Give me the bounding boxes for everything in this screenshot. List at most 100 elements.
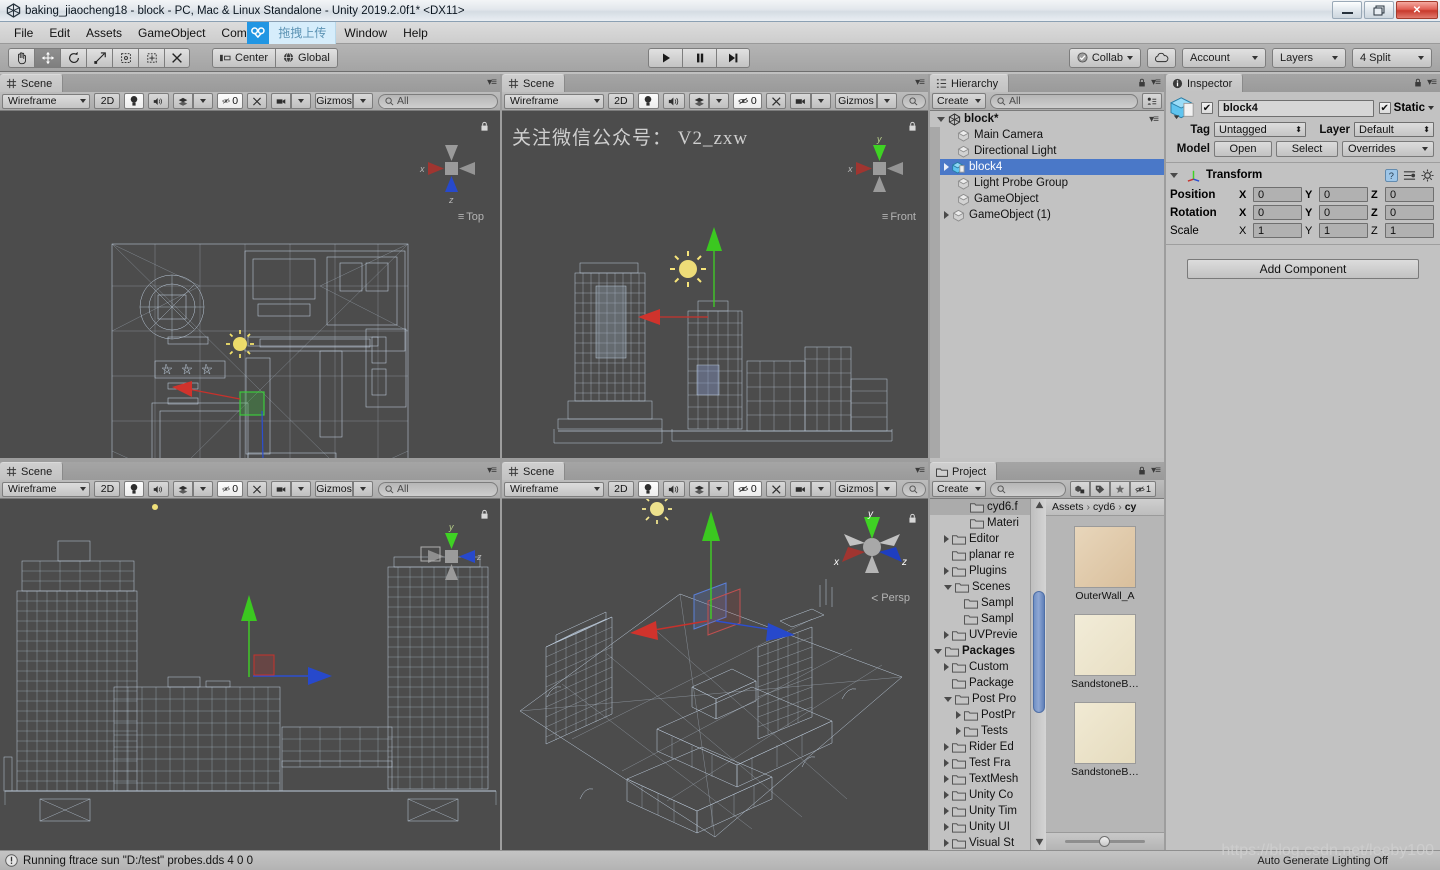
gizmos-toggle-4[interactable]: Gizmos (835, 481, 877, 497)
cloud-button[interactable] (1147, 48, 1176, 68)
account-button[interactable]: Account (1182, 48, 1266, 68)
toggle-2d-1[interactable]: 2D (94, 93, 120, 109)
chevron-down-icon[interactable] (944, 585, 952, 590)
scene-view-label-4[interactable]: <Persp (871, 591, 910, 605)
project-filter-type-button[interactable] (1070, 481, 1090, 497)
model-overrides-button[interactable]: Overrides (1342, 141, 1434, 157)
project-filter-label-button[interactable] (1090, 481, 1110, 497)
asset-thumbnail[interactable] (1074, 526, 1136, 588)
draw-mode-dropdown-4[interactable]: Wireframe (504, 482, 604, 497)
rotate-tool-button[interactable] (60, 48, 86, 68)
scene-orientation-gizmo-1[interactable]: x z (416, 133, 488, 205)
panel-menu-icon[interactable]: ▾≡ (1151, 465, 1160, 476)
menu-edit[interactable]: Edit (41, 24, 78, 42)
menu-gameobject[interactable]: GameObject (130, 24, 213, 42)
splitter-vertical-2[interactable] (928, 74, 930, 850)
layout-button[interactable]: 4 Split (1352, 48, 1432, 68)
project-tree-scrollbar[interactable] (1030, 499, 1046, 850)
step-button[interactable] (716, 48, 750, 68)
splitter-vertical-1[interactable] (500, 74, 502, 850)
chevron-right-icon[interactable] (944, 807, 949, 815)
panel-menu-icon[interactable]: ▾≡ (1427, 77, 1436, 88)
play-button[interactable] (648, 48, 682, 68)
add-component-button[interactable]: Add Component (1187, 259, 1419, 279)
scene-view-label-2[interactable]: ≡Front (882, 211, 916, 223)
project-asset-browser[interactable]: Assets › cyd6 › cy OuterWall_A Sandstone… (1046, 499, 1164, 850)
scene-search-2[interactable] (902, 94, 926, 109)
effects-toggle-1[interactable] (173, 93, 193, 109)
scale-y-field[interactable]: 1 (1319, 223, 1368, 238)
asset-item[interactable]: SandstoneB… (1071, 614, 1139, 690)
lighting-toggle-2[interactable] (638, 93, 659, 109)
handle-mode-button[interactable]: Global (275, 48, 338, 68)
scene-viewport-front[interactable]: 关注微信公众号： V2_zxw (502, 111, 928, 458)
scene-orientation-gizmo-3[interactable]: z y (416, 521, 488, 593)
pause-button[interactable] (682, 48, 716, 68)
chevron-right-icon[interactable] (944, 567, 949, 575)
audio-toggle-3[interactable] (148, 481, 169, 497)
chevron-right-icon[interactable] (944, 663, 949, 671)
chevron-right-icon[interactable] (956, 727, 961, 735)
toggle-2d-3[interactable]: 2D (94, 481, 120, 497)
lighting-toggle-1[interactable] (124, 93, 144, 109)
effects-dropdown-1[interactable] (193, 93, 213, 109)
scene-search-3[interactable]: All (378, 482, 498, 497)
transform-header[interactable]: Transform ? (1170, 166, 1434, 184)
draw-mode-dropdown-2[interactable]: Wireframe (504, 94, 604, 109)
camera-toggle-3[interactable] (271, 481, 291, 497)
panel-menu-icon[interactable]: ▾≡ (487, 77, 496, 88)
gizmos-dropdown-2[interactable] (877, 93, 897, 109)
scene-tools-toggle-3[interactable] (247, 481, 267, 497)
hidden-objects-toggle-3[interactable]: 0 (217, 481, 243, 497)
tab-hierarchy[interactable]: Hierarchy (930, 74, 1009, 92)
scene-search-4[interactable] (902, 482, 926, 497)
asset-item[interactable]: SandstoneB… (1071, 702, 1139, 778)
hidden-objects-toggle-1[interactable]: 0 (217, 93, 243, 109)
hierarchy-scene-root[interactable]: block* ▾≡ (930, 111, 1164, 127)
menu-component[interactable]: Component (213, 24, 249, 42)
camera-toggle-4[interactable] (790, 481, 811, 497)
scene-tools-toggle-1[interactable] (247, 93, 267, 109)
scene-tab-tools-2[interactable]: ▾≡ (915, 77, 924, 88)
effects-toggle-2[interactable] (689, 93, 710, 109)
position-y-field[interactable]: 0 (1319, 187, 1368, 202)
chevron-down-icon[interactable] (934, 649, 942, 654)
tab-scene-2[interactable]: Scene (502, 74, 565, 92)
chevron-right-icon[interactable] (944, 839, 949, 847)
chevron-right-icon[interactable] (944, 743, 949, 751)
object-enabled-checkbox[interactable]: ✔ (1201, 102, 1213, 114)
project-search-input[interactable] (990, 482, 1066, 497)
panel-menu-icon[interactable]: ▾≡ (915, 77, 924, 88)
tab-inspector[interactable]: Inspector (1166, 74, 1243, 92)
tag-dropdown[interactable]: Untagged⬍ (1214, 122, 1306, 137)
pivot-mode-button[interactable]: Center (212, 48, 275, 68)
close-button[interactable]: ✕ (1396, 1, 1438, 19)
scroll-up-icon[interactable] (1033, 499, 1045, 511)
asset-item[interactable]: OuterWall_A (1074, 526, 1136, 602)
transform-tool-button[interactable] (138, 48, 164, 68)
zoom-slider-thumb[interactable] (1099, 836, 1110, 847)
static-checkbox[interactable]: ✔ (1379, 102, 1391, 114)
project-tree-scroll-thumb[interactable] (1033, 591, 1045, 713)
scale-tool-button[interactable] (86, 48, 112, 68)
chevron-right-icon[interactable] (944, 791, 949, 799)
audio-toggle-1[interactable] (148, 93, 169, 109)
project-favorite-button[interactable] (1110, 481, 1130, 497)
hierarchy-search-input[interactable]: All (990, 94, 1138, 109)
chevron-down-icon[interactable] (1170, 173, 1178, 178)
chevron-down-icon[interactable] (1428, 106, 1434, 110)
hierarchy-create-button[interactable]: Create (932, 93, 986, 109)
chevron-right-icon[interactable] (944, 163, 949, 171)
effects-dropdown-4[interactable] (709, 481, 729, 497)
position-z-field[interactable]: 0 (1385, 187, 1434, 202)
scene-view-label-1[interactable]: ≡Top (458, 211, 484, 223)
chevron-right-icon[interactable] (944, 775, 949, 783)
chevron-right-icon[interactable] (944, 631, 949, 639)
hierarchy-tree[interactable]: block* ▾≡ Main Camera Directional Light … (930, 111, 1164, 458)
project-breadcrumb[interactable]: Assets › cyd6 › cy (1046, 499, 1164, 516)
menu-window[interactable]: Window (336, 24, 395, 42)
scale-x-field[interactable]: 1 (1253, 223, 1302, 238)
hidden-objects-toggle-4[interactable]: 0 (733, 481, 761, 497)
rotation-y-field[interactable]: 0 (1319, 205, 1368, 220)
scene-orientation-gizmo-4[interactable]: y x z (832, 507, 912, 587)
